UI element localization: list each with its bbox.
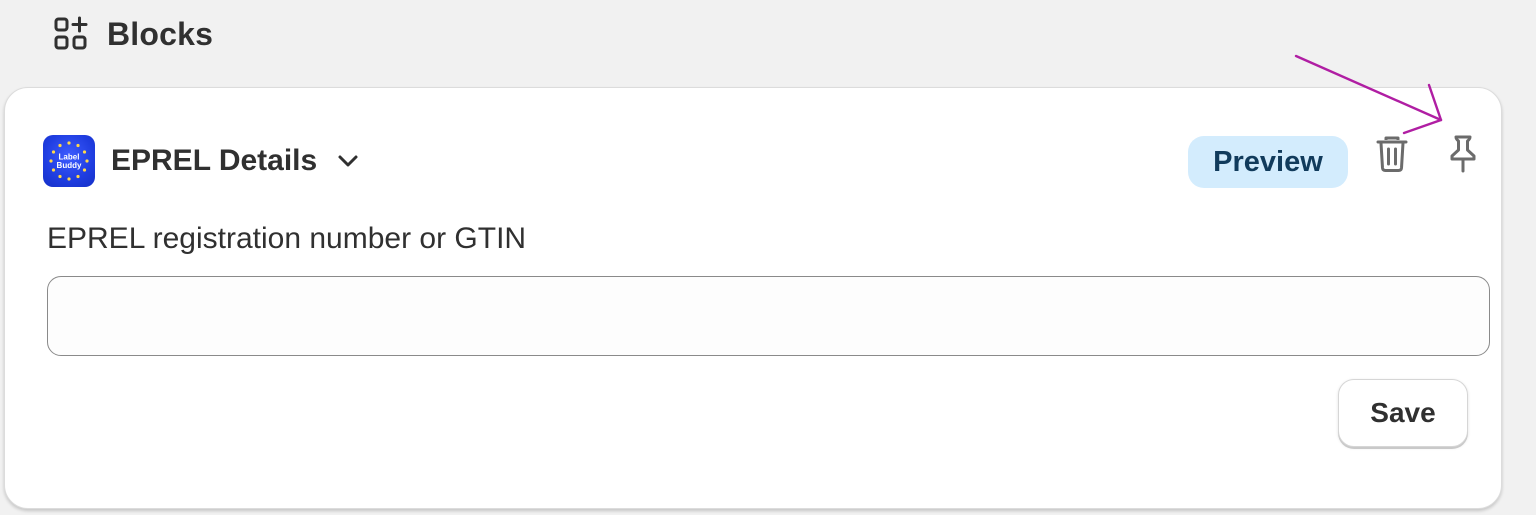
logo-text-line2: Buddy <box>57 161 82 170</box>
delete-block-button[interactable] <box>1370 134 1414 178</box>
blocks-add-icon <box>53 16 89 52</box>
pin-block-button[interactable] <box>1441 134 1485 178</box>
block-header[interactable]: Label Buddy EPREL Details <box>43 134 363 188</box>
block-title: EPREL Details <box>111 144 318 177</box>
eprel-field-label: EPREL registration number or GTIN <box>47 222 527 255</box>
save-button[interactable]: Save <box>1338 379 1468 447</box>
label-buddy-logo: Label Buddy <box>43 135 95 187</box>
trash-icon <box>1375 135 1409 178</box>
section-header: Blocks <box>53 14 213 54</box>
chevron-down-icon[interactable] <box>333 146 363 176</box>
pin-icon <box>1446 134 1480 179</box>
preview-button[interactable]: Preview <box>1188 136 1348 188</box>
page: Blocks Label Buddy EPREL Details Preview… <box>0 0 1536 515</box>
eprel-number-input[interactable] <box>47 276 1490 356</box>
section-title: Blocks <box>107 15 214 52</box>
block-card: Label Buddy EPREL Details Preview EPREL … <box>4 87 1502 509</box>
